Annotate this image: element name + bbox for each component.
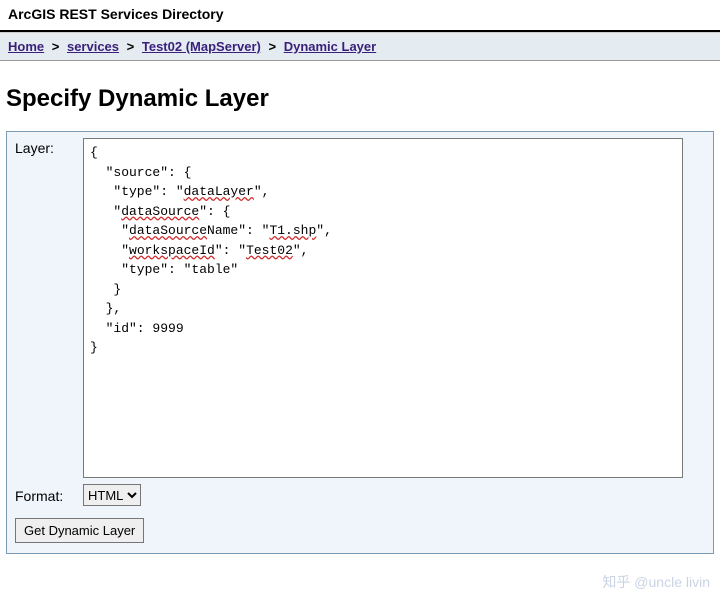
breadcrumb: Home > services > Test02 (MapServer) > D… <box>0 32 720 61</box>
breadcrumb-home[interactable]: Home <box>8 39 44 54</box>
page-title: Specify Dynamic Layer <box>6 85 714 113</box>
breadcrumb-sep: > <box>268 39 276 54</box>
layer-label: Layer: <box>15 138 83 156</box>
breadcrumb-sep: > <box>52 39 60 54</box>
app-title: ArcGIS REST Services Directory <box>8 6 224 22</box>
format-label: Format: <box>15 486 83 504</box>
get-dynamic-layer-button[interactable]: Get Dynamic Layer <box>15 518 144 543</box>
format-row: Format: HTML <box>15 484 705 506</box>
watermark: 知乎 @uncle livin <box>602 572 710 592</box>
format-select[interactable]: HTML <box>83 484 141 506</box>
page-content: Specify Dynamic Layer Layer: { ″source″:… <box>0 61 720 564</box>
form-box: Layer: { ″source″: { ″type″: ″dataLayer″… <box>6 131 714 554</box>
layer-textarea[interactable]: { ″source″: { ″type″: ″dataLayer″, ″data… <box>83 138 683 478</box>
app-header: ArcGIS REST Services Directory <box>0 0 720 32</box>
breadcrumb-sep: > <box>127 39 135 54</box>
layer-row: Layer: { ″source″: { ″type″: ″dataLayer″… <box>15 138 705 478</box>
breadcrumb-dynamic-layer[interactable]: Dynamic Layer <box>284 39 377 54</box>
breadcrumb-mapserver[interactable]: Test02 (MapServer) <box>142 39 261 54</box>
breadcrumb-services[interactable]: services <box>67 39 119 54</box>
